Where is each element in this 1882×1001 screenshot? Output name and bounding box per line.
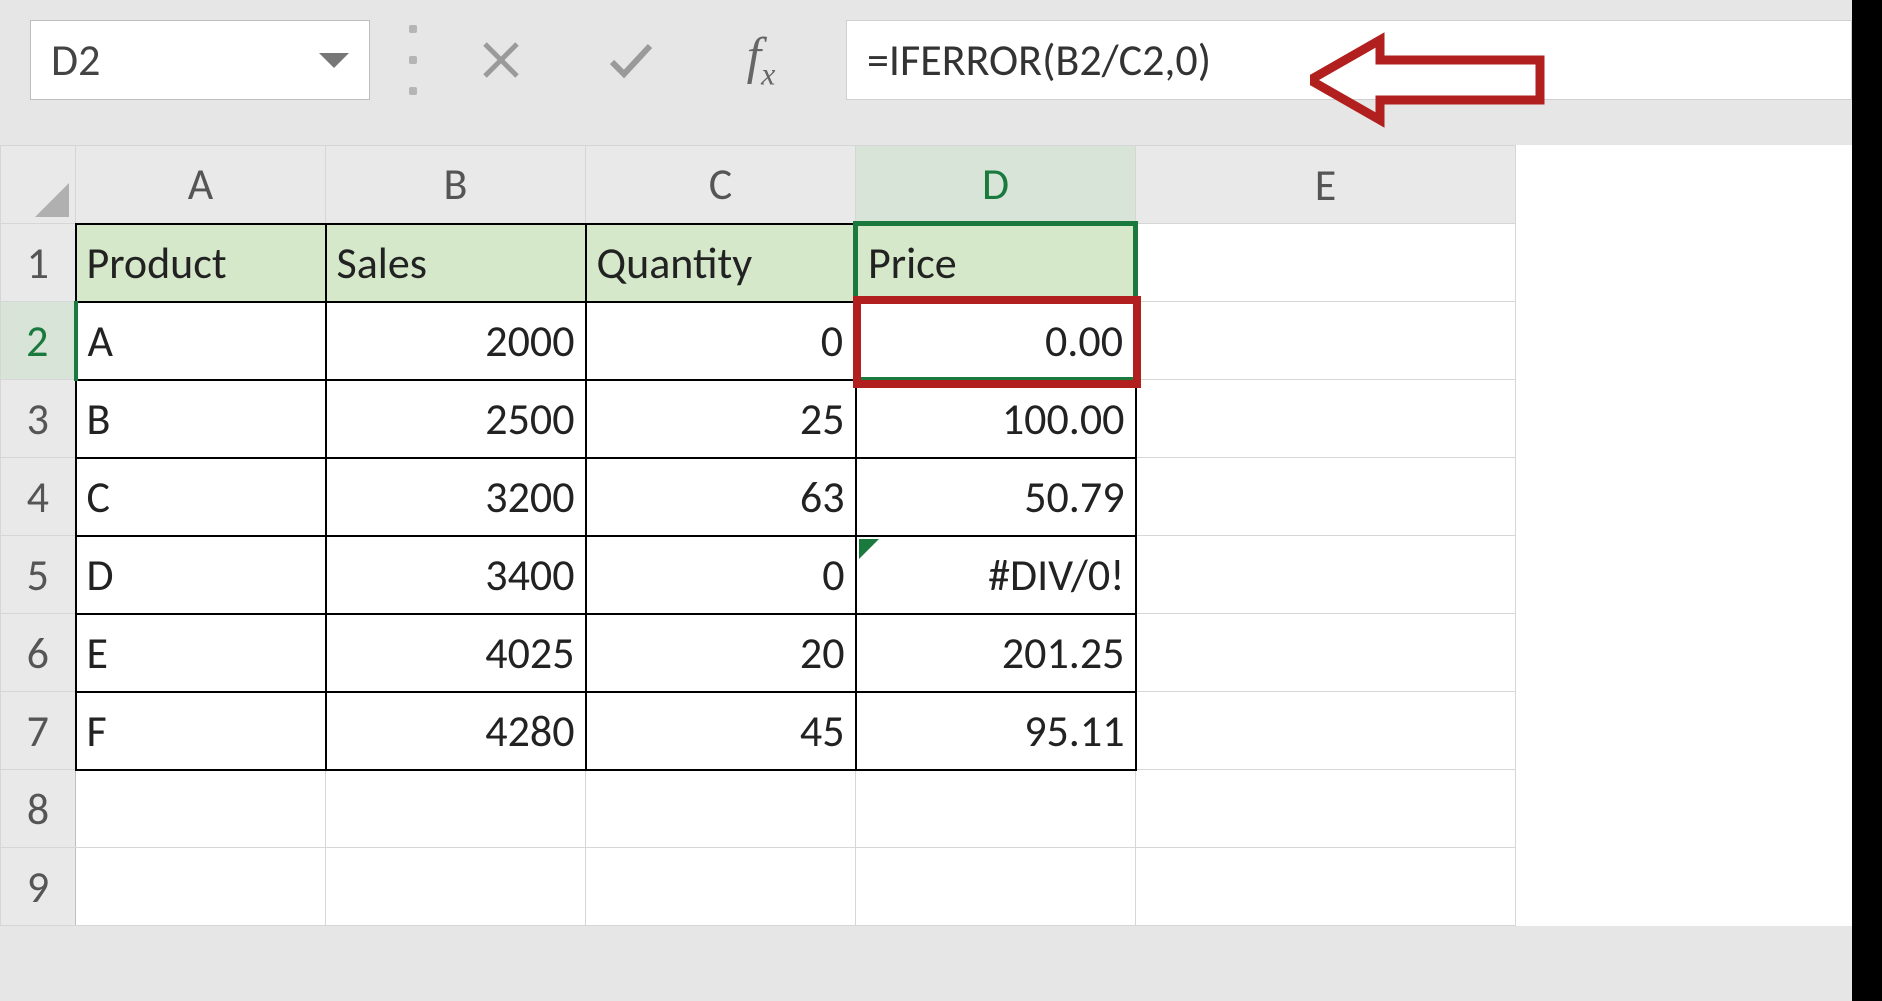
cell-D4[interactable]: 50.79 [856,458,1136,536]
cell-A2[interactable]: A [76,302,326,380]
cell-D8[interactable] [856,770,1136,848]
spreadsheet-grid: A B C D E 1 Product Sales Quantity Price… [0,145,1882,926]
formula-input[interactable]: =IFERROR(B2/C2,0) [846,20,1852,100]
row-header-5[interactable]: 5 [1,536,76,614]
cell-B6[interactable]: 4025 [326,614,586,692]
cell-E5[interactable] [1136,536,1516,614]
cell-D2[interactable]: 0.00 [856,302,1136,380]
cell-C2[interactable]: 0 [586,302,856,380]
cell-B5[interactable]: 3400 [326,536,586,614]
cancel-formula-button[interactable] [456,20,546,100]
cell-A3[interactable]: B [76,380,326,458]
row-header-7[interactable]: 7 [1,692,76,770]
cell-A1[interactable]: Product [76,224,326,302]
cell-E2[interactable] [1136,302,1516,380]
name-box-value: D2 [51,33,100,87]
row-header-8[interactable]: 8 [1,770,76,848]
row-header-9[interactable]: 9 [1,848,76,926]
cell-E3[interactable] [1136,380,1516,458]
name-box[interactable]: D2 [30,20,370,100]
cell-C5[interactable]: 0 [586,536,856,614]
column-header-D[interactable]: D [856,146,1136,224]
cell-C7[interactable]: 45 [586,692,856,770]
cell-E1[interactable] [1136,224,1516,302]
formula-text: =IFERROR(B2/C2,0) [867,33,1211,87]
cell-C8[interactable] [586,770,856,848]
error-indicator-icon[interactable] [859,539,879,559]
cell-D5[interactable]: #DIV/0! [856,536,1136,614]
cell-E4[interactable] [1136,458,1516,536]
cell-A8[interactable] [76,770,326,848]
row-header-1[interactable]: 1 [1,224,76,302]
cell-D3[interactable]: 100.00 [856,380,1136,458]
cell-B7[interactable]: 4280 [326,692,586,770]
cell-A7[interactable]: F [76,692,326,770]
cell-C4[interactable]: 63 [586,458,856,536]
enter-formula-button[interactable] [586,20,676,100]
formula-bar-area: D2 fx =IFERROR(B2/C2,0) [0,0,1882,120]
cell-E8[interactable] [1136,770,1516,848]
cell-C9[interactable] [586,848,856,926]
fx-icon: fx [747,27,776,92]
resize-grip-icon[interactable] [410,25,416,95]
row-header-4[interactable]: 4 [1,458,76,536]
cell-D1[interactable]: Price [856,224,1136,302]
cell-A9[interactable] [76,848,326,926]
cell-A5[interactable]: D [76,536,326,614]
row-header-3[interactable]: 3 [1,380,76,458]
row-header-6[interactable]: 6 [1,614,76,692]
cell-D7[interactable]: 95.11 [856,692,1136,770]
cell-E6[interactable] [1136,614,1516,692]
column-header-E[interactable]: E [1136,146,1516,224]
insert-function-button[interactable]: fx [716,20,806,100]
grid-table: A B C D E 1 Product Sales Quantity Price… [0,145,1516,926]
cell-B1[interactable]: Sales [326,224,586,302]
cell-E7[interactable] [1136,692,1516,770]
cell-B4[interactable]: 3200 [326,458,586,536]
cell-D9[interactable] [856,848,1136,926]
column-header-A[interactable]: A [76,146,326,224]
cell-C3[interactable]: 25 [586,380,856,458]
column-header-B[interactable]: B [326,146,586,224]
cell-C1[interactable]: Quantity [586,224,856,302]
cell-B3[interactable]: 2500 [326,380,586,458]
row-header-2[interactable]: 2 [1,302,76,380]
cell-A4[interactable]: C [76,458,326,536]
cell-B8[interactable] [326,770,586,848]
name-box-dropdown-icon[interactable] [319,50,349,70]
right-edge-strip [1852,0,1882,1001]
cell-E9[interactable] [1136,848,1516,926]
cell-D6[interactable]: 201.25 [856,614,1136,692]
cell-B2[interactable]: 2000 [326,302,586,380]
column-header-C[interactable]: C [586,146,856,224]
cell-B9[interactable] [326,848,586,926]
cell-C6[interactable]: 20 [586,614,856,692]
select-all-corner[interactable] [1,146,76,224]
cell-D5-value: #DIV/0! [988,548,1124,602]
cell-A6[interactable]: E [76,614,326,692]
